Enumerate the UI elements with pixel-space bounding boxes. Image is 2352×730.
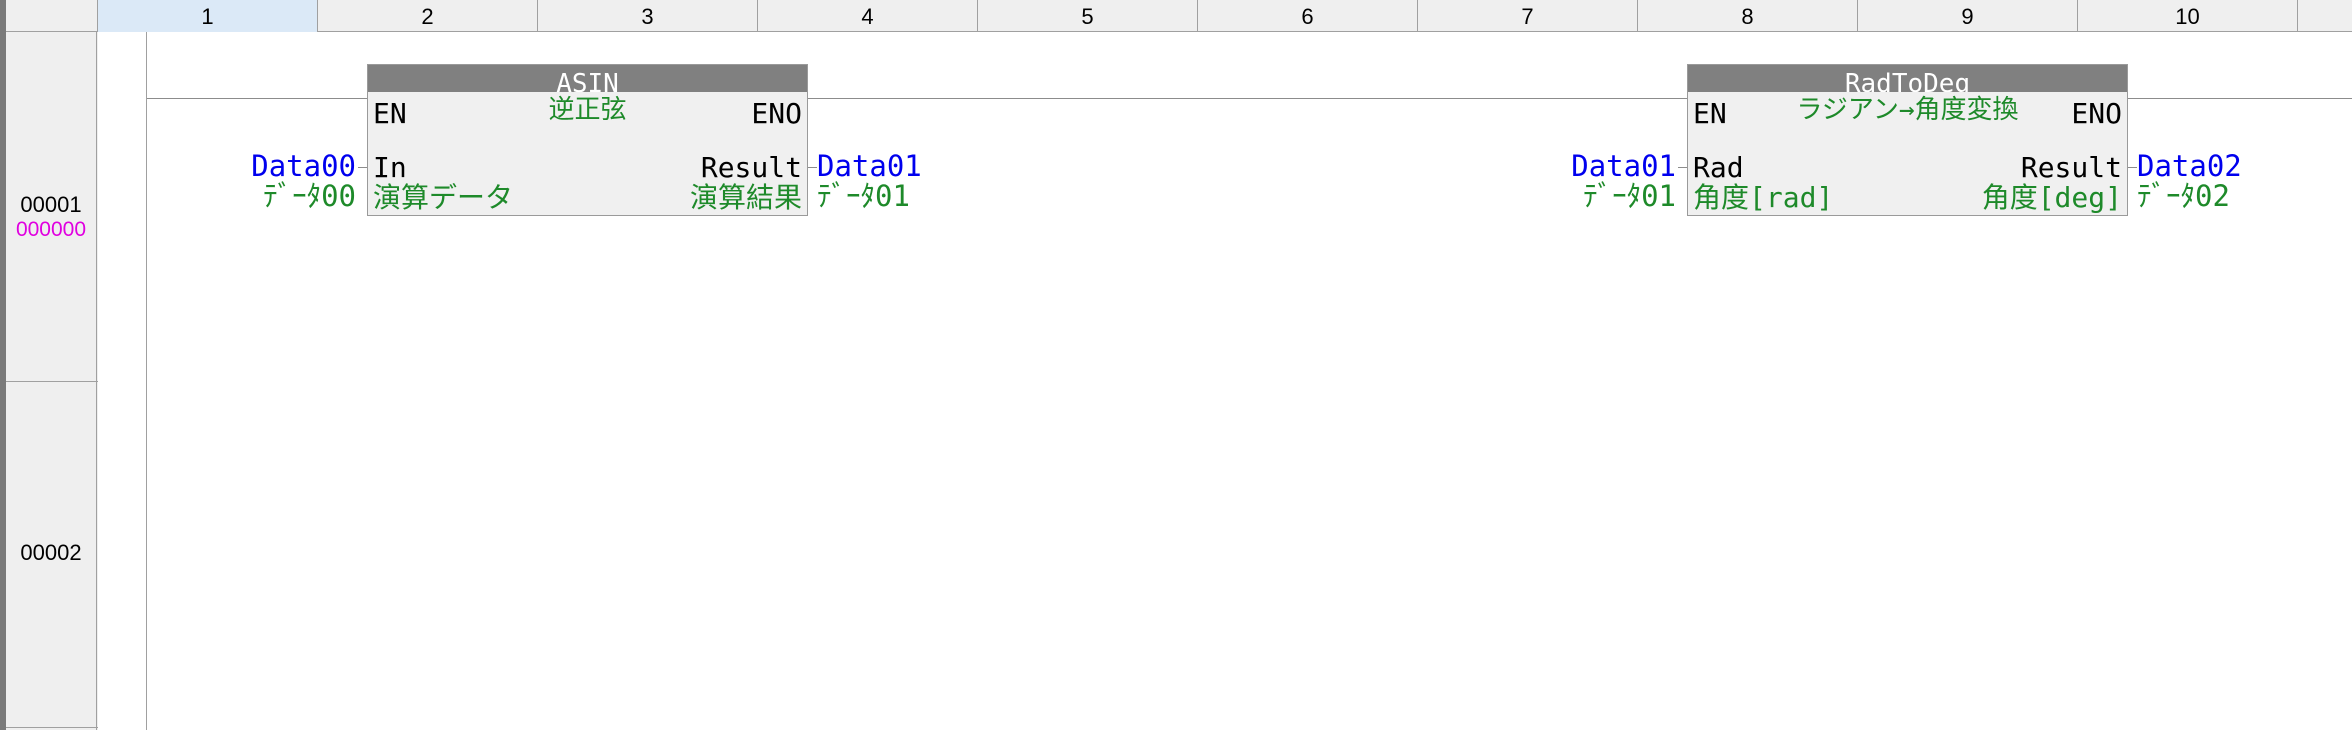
- output-variable-comment: ﾃﾞｰﾀ02: [2137, 179, 2230, 213]
- function-block-asin[interactable]: ASIN EN 逆正弦 ENO In Result 演算データ 演算結果: [367, 64, 808, 216]
- pin-eno: ENO: [2071, 97, 2122, 130]
- input-wire: [1678, 167, 1687, 168]
- column-header-9[interactable]: 9: [1858, 0, 2078, 32]
- pin-input: Rad: [1693, 151, 1744, 184]
- output-wire: [2128, 167, 2137, 168]
- input-wire: [358, 167, 367, 168]
- row-divider: [6, 381, 98, 382]
- row-number-2[interactable]: 00002: [6, 540, 96, 566]
- pin-input-comment: 演算データ: [373, 181, 514, 214]
- corner-cell[interactable]: [6, 0, 98, 32]
- column-header-3[interactable]: 3: [538, 0, 758, 32]
- row-number-1[interactable]: 00001: [6, 192, 96, 218]
- column-header-6[interactable]: 6: [1198, 0, 1418, 32]
- output-variable[interactable]: Data01: [817, 151, 922, 181]
- column-header: 1 2 3 4 5 6 7 8 9 10: [6, 0, 2352, 32]
- column-header-8[interactable]: 8: [1638, 0, 1858, 32]
- block-title: ASIN: [368, 65, 807, 92]
- output-variable[interactable]: Data02: [2137, 151, 2242, 181]
- column-header-10[interactable]: 10: [2078, 0, 2298, 32]
- column-header-4[interactable]: 4: [758, 0, 978, 32]
- pin-output-comment: 演算結果: [689, 181, 802, 214]
- gutter-divider: [146, 32, 147, 730]
- column-header-2[interactable]: 2: [318, 0, 538, 32]
- column-header-1[interactable]: 1: [98, 0, 318, 32]
- block-comment: ラジアン→角度変換: [1796, 95, 2019, 125]
- input-variable-comment: ﾃﾞｰﾀ01: [1583, 179, 1676, 213]
- input-variable[interactable]: Data00: [251, 151, 356, 181]
- block-comment: 逆正弦: [548, 95, 627, 125]
- output-variable-comment: ﾃﾞｰﾀ01: [817, 179, 910, 213]
- pin-output-comment: 角度[deg]: [1981, 181, 2122, 214]
- column-header-5[interactable]: 5: [978, 0, 1198, 32]
- output-wire: [808, 167, 817, 168]
- function-block-radtodeg[interactable]: RadToDeg EN ラジアン→角度変換 ENO Rad Result 角度[…: [1687, 64, 2128, 216]
- pin-output: Result: [2020, 151, 2122, 184]
- pin-eno: ENO: [751, 97, 802, 130]
- column-header-7[interactable]: 7: [1418, 0, 1638, 32]
- input-variable[interactable]: Data01: [1571, 151, 1676, 181]
- pin-input-comment: 角度[rad]: [1693, 181, 1834, 214]
- column-header-overflow: [2298, 0, 2352, 32]
- pin-input: In: [373, 151, 407, 184]
- row-divider: [6, 727, 98, 728]
- step-number-1: 000000: [15, 218, 87, 241]
- input-variable-comment: ﾃﾞｰﾀ00: [263, 179, 356, 213]
- block-title: RadToDeg: [1688, 65, 2127, 92]
- pin-output: Result: [700, 151, 802, 184]
